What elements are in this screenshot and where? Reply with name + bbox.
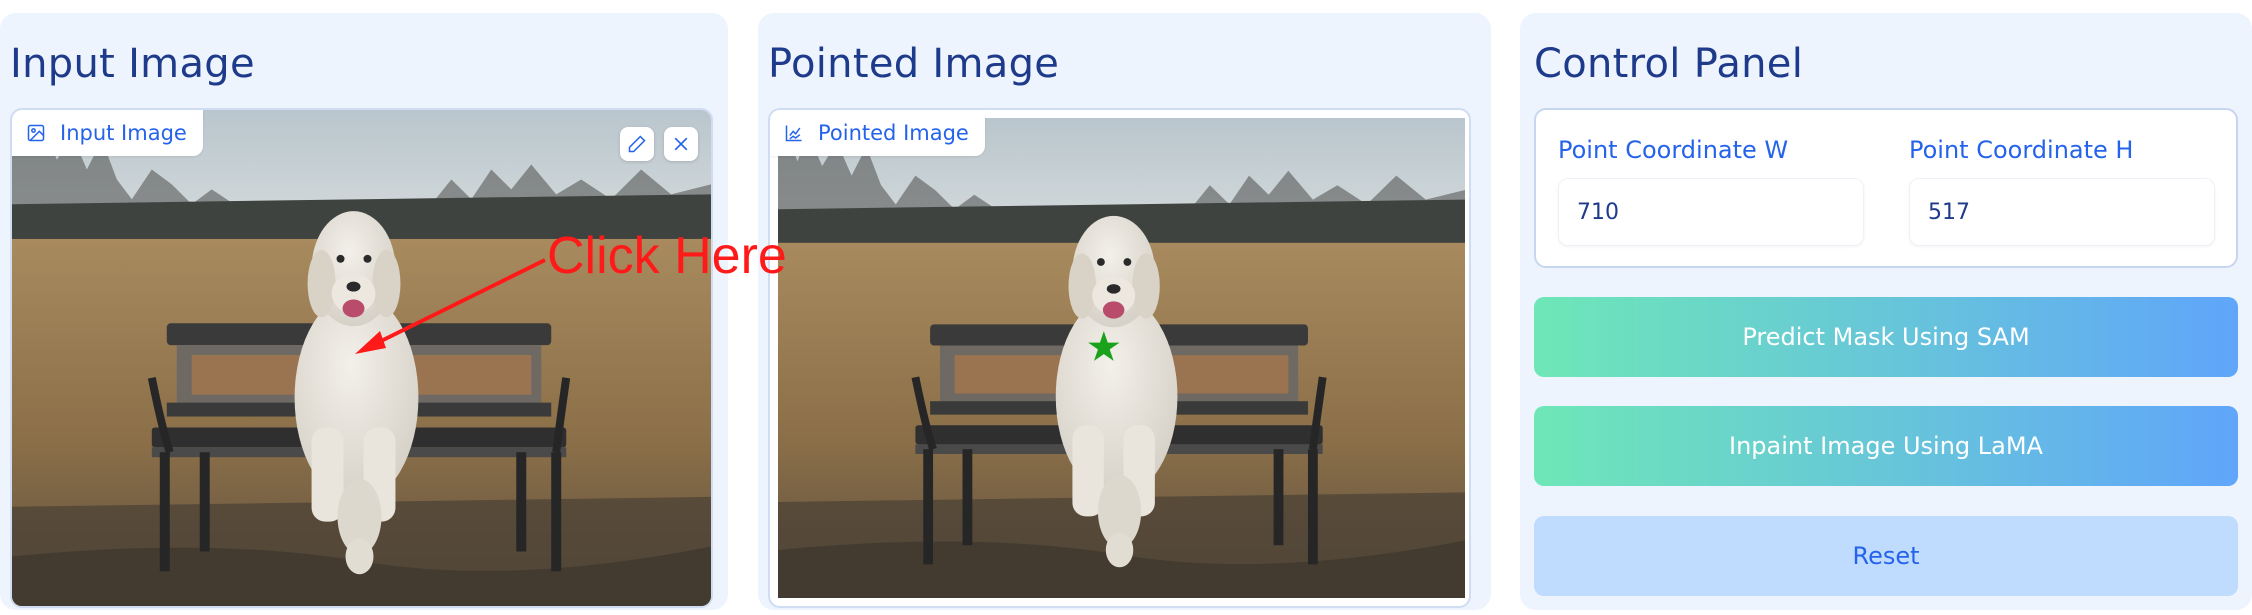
- input-image-title: Input Image: [10, 41, 255, 87]
- inpaint-image-button[interactable]: Inpaint Image Using LaMA: [1534, 406, 2238, 486]
- pointed-image-frame: Pointed Image: [768, 108, 1471, 608]
- pointed-image-title: Pointed Image: [768, 41, 1060, 87]
- coordinate-box: Point Coordinate W 710 Point Coordinate …: [1534, 108, 2238, 268]
- coord-h-label: Point Coordinate H: [1909, 136, 2134, 164]
- edit-button[interactable]: [620, 127, 654, 161]
- coord-w-field[interactable]: 710: [1558, 178, 1864, 246]
- pencil-icon: [628, 135, 646, 153]
- coord-w-label: Point Coordinate W: [1558, 136, 1789, 164]
- click-here-text: Click Here: [547, 227, 787, 285]
- input-image-badge-label: Input Image: [60, 121, 187, 145]
- pointed-photo: [778, 118, 1465, 598]
- clear-button[interactable]: [664, 127, 698, 161]
- image-icon: [27, 124, 45, 142]
- input-image-badge: Input Image: [12, 110, 203, 156]
- input-photo[interactable]: [12, 110, 711, 606]
- pointed-image-badge-label: Pointed Image: [818, 121, 969, 145]
- control-panel-title: Control Panel: [1534, 41, 1804, 87]
- pointed-image-panel: Pointed Image Pointed Image: [758, 13, 1491, 610]
- chart-icon: [785, 125, 802, 142]
- control-panel: Control Panel Point Coordinate W 710 Poi…: [1520, 13, 2252, 610]
- pointed-image-badge: Pointed Image: [770, 110, 985, 156]
- reset-button[interactable]: Reset: [1534, 516, 2238, 596]
- input-image-panel: Input Image Input Image Click Here: [0, 13, 787, 610]
- predict-mask-button[interactable]: Predict Mask Using SAM: [1534, 297, 2238, 377]
- coord-h-field[interactable]: 517: [1909, 178, 2215, 246]
- close-icon: [674, 137, 688, 151]
- input-image-frame[interactable]: Input Image: [10, 108, 713, 608]
